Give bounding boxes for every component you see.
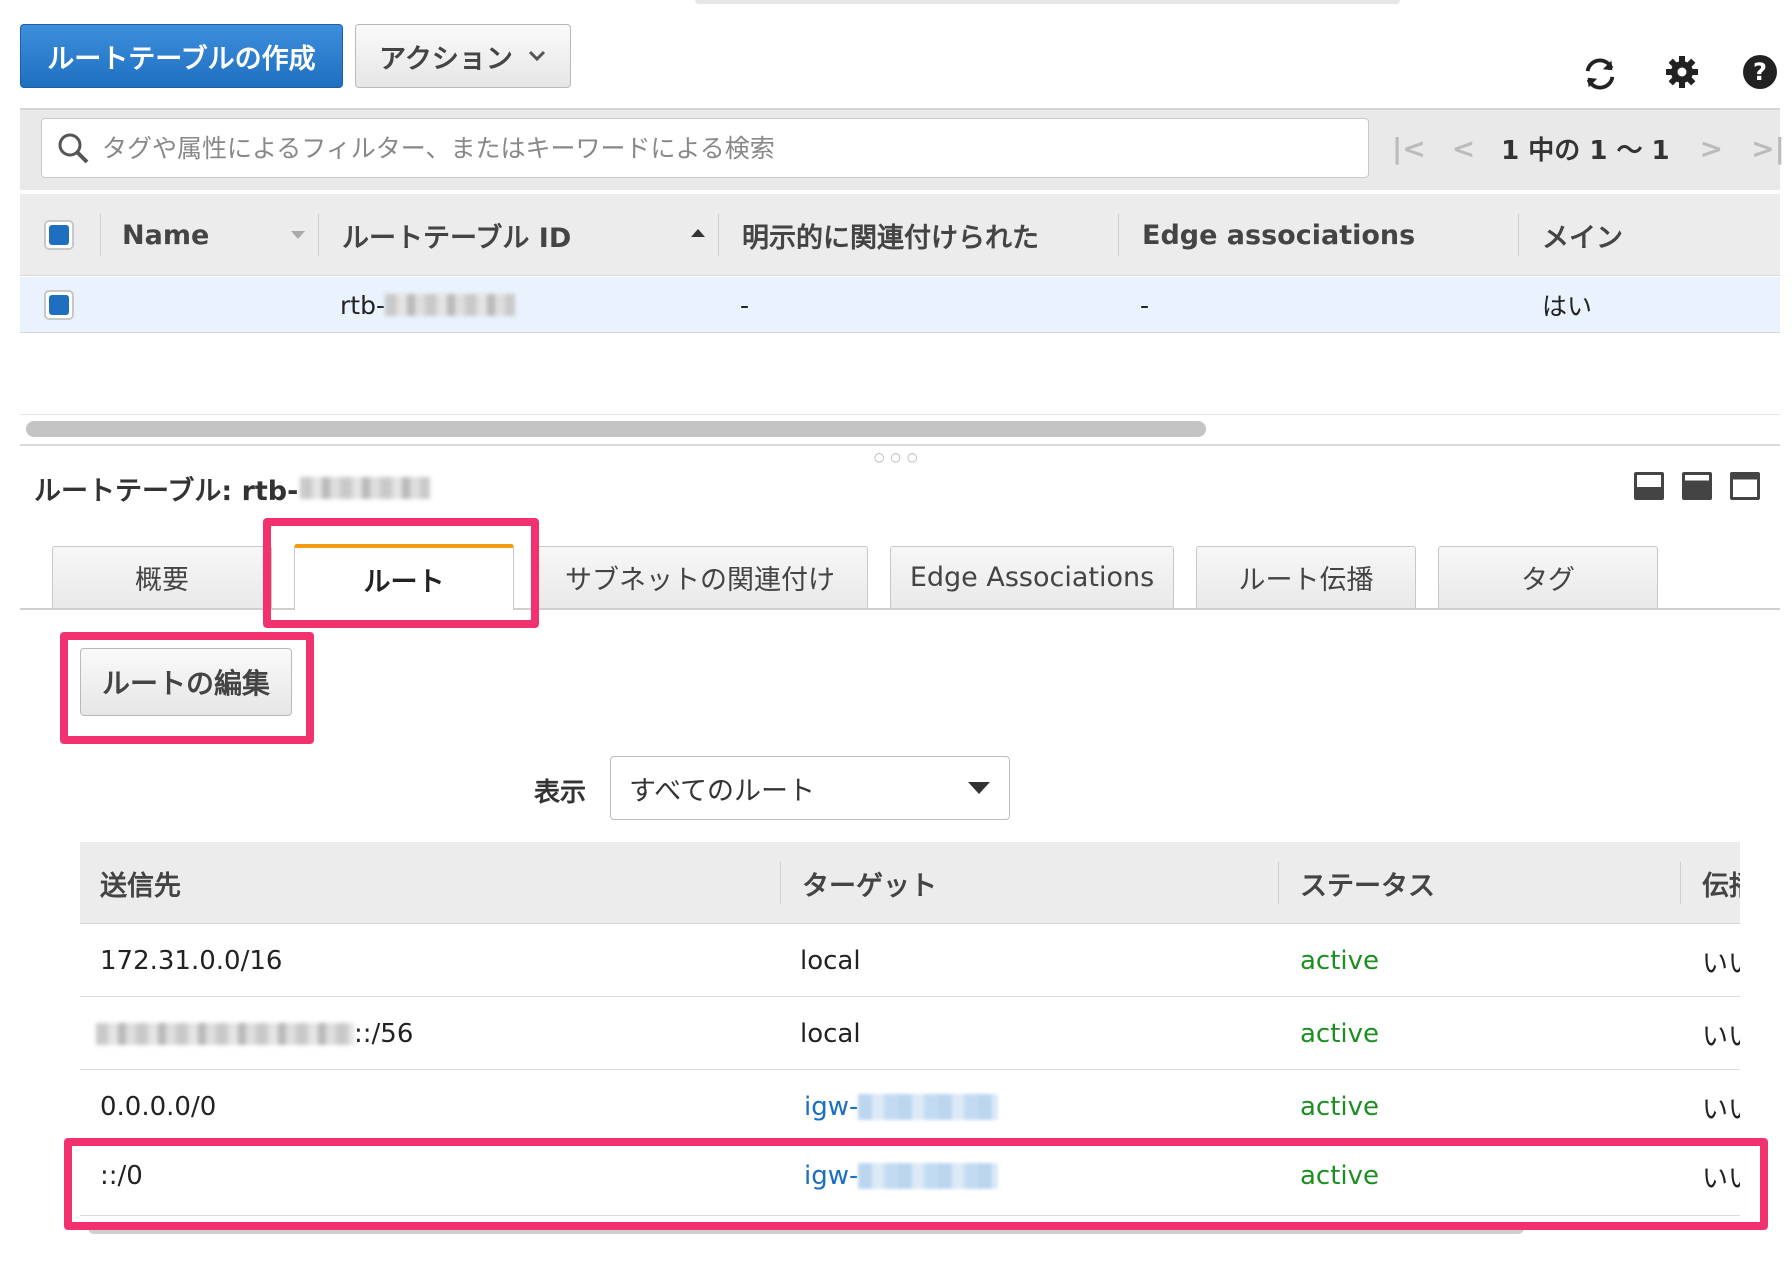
gear-icon[interactable] [1662, 52, 1702, 92]
sort-down-icon[interactable] [290, 226, 306, 245]
route-target-text[interactable]: igw- [804, 1092, 858, 1122]
tab-tags[interactable]: タグ [1438, 546, 1658, 608]
svg-text:?: ? [1753, 58, 1767, 86]
column-separator [1278, 862, 1279, 904]
search-icon [58, 133, 89, 164]
last-page-icon[interactable]: >| [1751, 132, 1785, 165]
next-page-icon[interactable]: > [1700, 132, 1723, 165]
search-box[interactable] [41, 118, 1369, 178]
chevron-down-icon [528, 50, 545, 62]
column-edge-associations[interactable]: Edge associations [1142, 194, 1415, 276]
column-separator [1518, 214, 1519, 256]
pane-size-medium-icon[interactable] [1682, 472, 1712, 500]
highlight-routes-tab [263, 518, 539, 628]
detail-title-text: ルートテーブル: rtb- [34, 475, 299, 507]
route-destination-text: ::/56 [354, 1019, 414, 1049]
refresh-icon[interactable] [1580, 54, 1620, 94]
pane-divider[interactable] [20, 444, 1780, 446]
pagination-label: 1 中の 1 〜 1 [1501, 135, 1670, 166]
tab-route-propagation[interactable]: ルート伝播 [1196, 546, 1416, 608]
highlight-edit-button [60, 632, 314, 744]
route-destination: 0.0.0.0/0 [100, 1092, 217, 1122]
tab-edge-associations[interactable]: Edge Associations [890, 546, 1174, 608]
tab-summary[interactable]: 概要 [52, 546, 272, 608]
first-page-icon[interactable]: |< [1392, 132, 1426, 165]
scrollbar-thumb[interactable] [26, 421, 1206, 437]
route-destination: ::/56 [96, 998, 413, 1070]
row-checkbox[interactable] [44, 290, 74, 320]
pane-size-small-icon[interactable] [1634, 472, 1664, 500]
column-separator [318, 214, 319, 256]
route-target: local [800, 946, 861, 976]
routes-filter-select[interactable]: すべてのルート [610, 756, 1010, 820]
column-separator [1680, 862, 1681, 904]
detail-title: ルートテーブル: rtb- [34, 468, 431, 508]
column-separator [100, 214, 101, 256]
column-destination[interactable]: 送信先 [100, 842, 181, 924]
column-status[interactable]: ステータス [1300, 842, 1435, 924]
sort-up-icon[interactable] [690, 224, 706, 243]
column-name[interactable]: Name [122, 194, 209, 276]
create-route-table-button[interactable]: ルートテーブルの作成 [20, 24, 343, 88]
route-propagated: いいえ [1702, 948, 1740, 979]
search-input[interactable] [100, 132, 1304, 164]
pane-size-large-icon[interactable] [1730, 472, 1760, 500]
pagination: |< < 1 中の 1 〜 1 > >| [1392, 128, 1785, 168]
column-main[interactable]: メイン [1542, 194, 1623, 276]
route-propagated: いいえ [1702, 1021, 1740, 1052]
route-status: active [1300, 1019, 1380, 1049]
row-route-table-id: rtb- [340, 277, 515, 333]
route-target-link[interactable]: igw- [804, 1071, 999, 1143]
column-explicitly-associated[interactable]: 明示的に関連付けられた [742, 194, 1039, 276]
route-table-id-text: rtb- [340, 290, 385, 320]
route-status: active [1300, 946, 1380, 976]
redacted-id [300, 477, 431, 499]
routes-filter-value: すべてのルート [629, 775, 816, 807]
column-target[interactable]: ターゲット [802, 842, 937, 924]
column-propagated[interactable]: 伝播 [1702, 842, 1740, 924]
prev-page-icon[interactable]: < [1452, 132, 1475, 165]
route-target: local [800, 1019, 861, 1049]
route-destination: 172.31.0.0/16 [100, 946, 283, 976]
column-separator [1118, 214, 1119, 256]
caret-down-icon [968, 782, 990, 794]
route-propagated: いいえ [1702, 1094, 1740, 1125]
row-edge: - [1140, 290, 1150, 320]
redacted-id [384, 294, 515, 316]
redacted-prefix [96, 1023, 354, 1045]
select-all-checkbox[interactable] [44, 220, 74, 250]
table-row[interactable] [20, 277, 1780, 333]
resize-grip-icon[interactable]: ○○○ [874, 450, 923, 464]
table-row[interactable] [80, 925, 1740, 997]
help-icon[interactable]: ? [1740, 52, 1780, 92]
show-label: 表示 [534, 777, 587, 808]
highlight-ipv6-default-route [64, 1138, 1768, 1230]
top-shadow [695, 0, 1400, 4]
redacted-igw [858, 1094, 999, 1120]
actions-dropdown-button[interactable]: アクション [355, 24, 571, 88]
actions-label: アクション [379, 43, 513, 75]
row-explicit: - [740, 290, 750, 320]
tab-subnet-associations[interactable]: サブネットの関連付け [532, 546, 868, 608]
column-separator [718, 214, 719, 256]
row-main: はい [1542, 292, 1593, 321]
column-separator [780, 862, 781, 904]
route-status: active [1300, 1092, 1380, 1122]
column-route-table-id[interactable]: ルートテーブル ID [342, 194, 571, 276]
